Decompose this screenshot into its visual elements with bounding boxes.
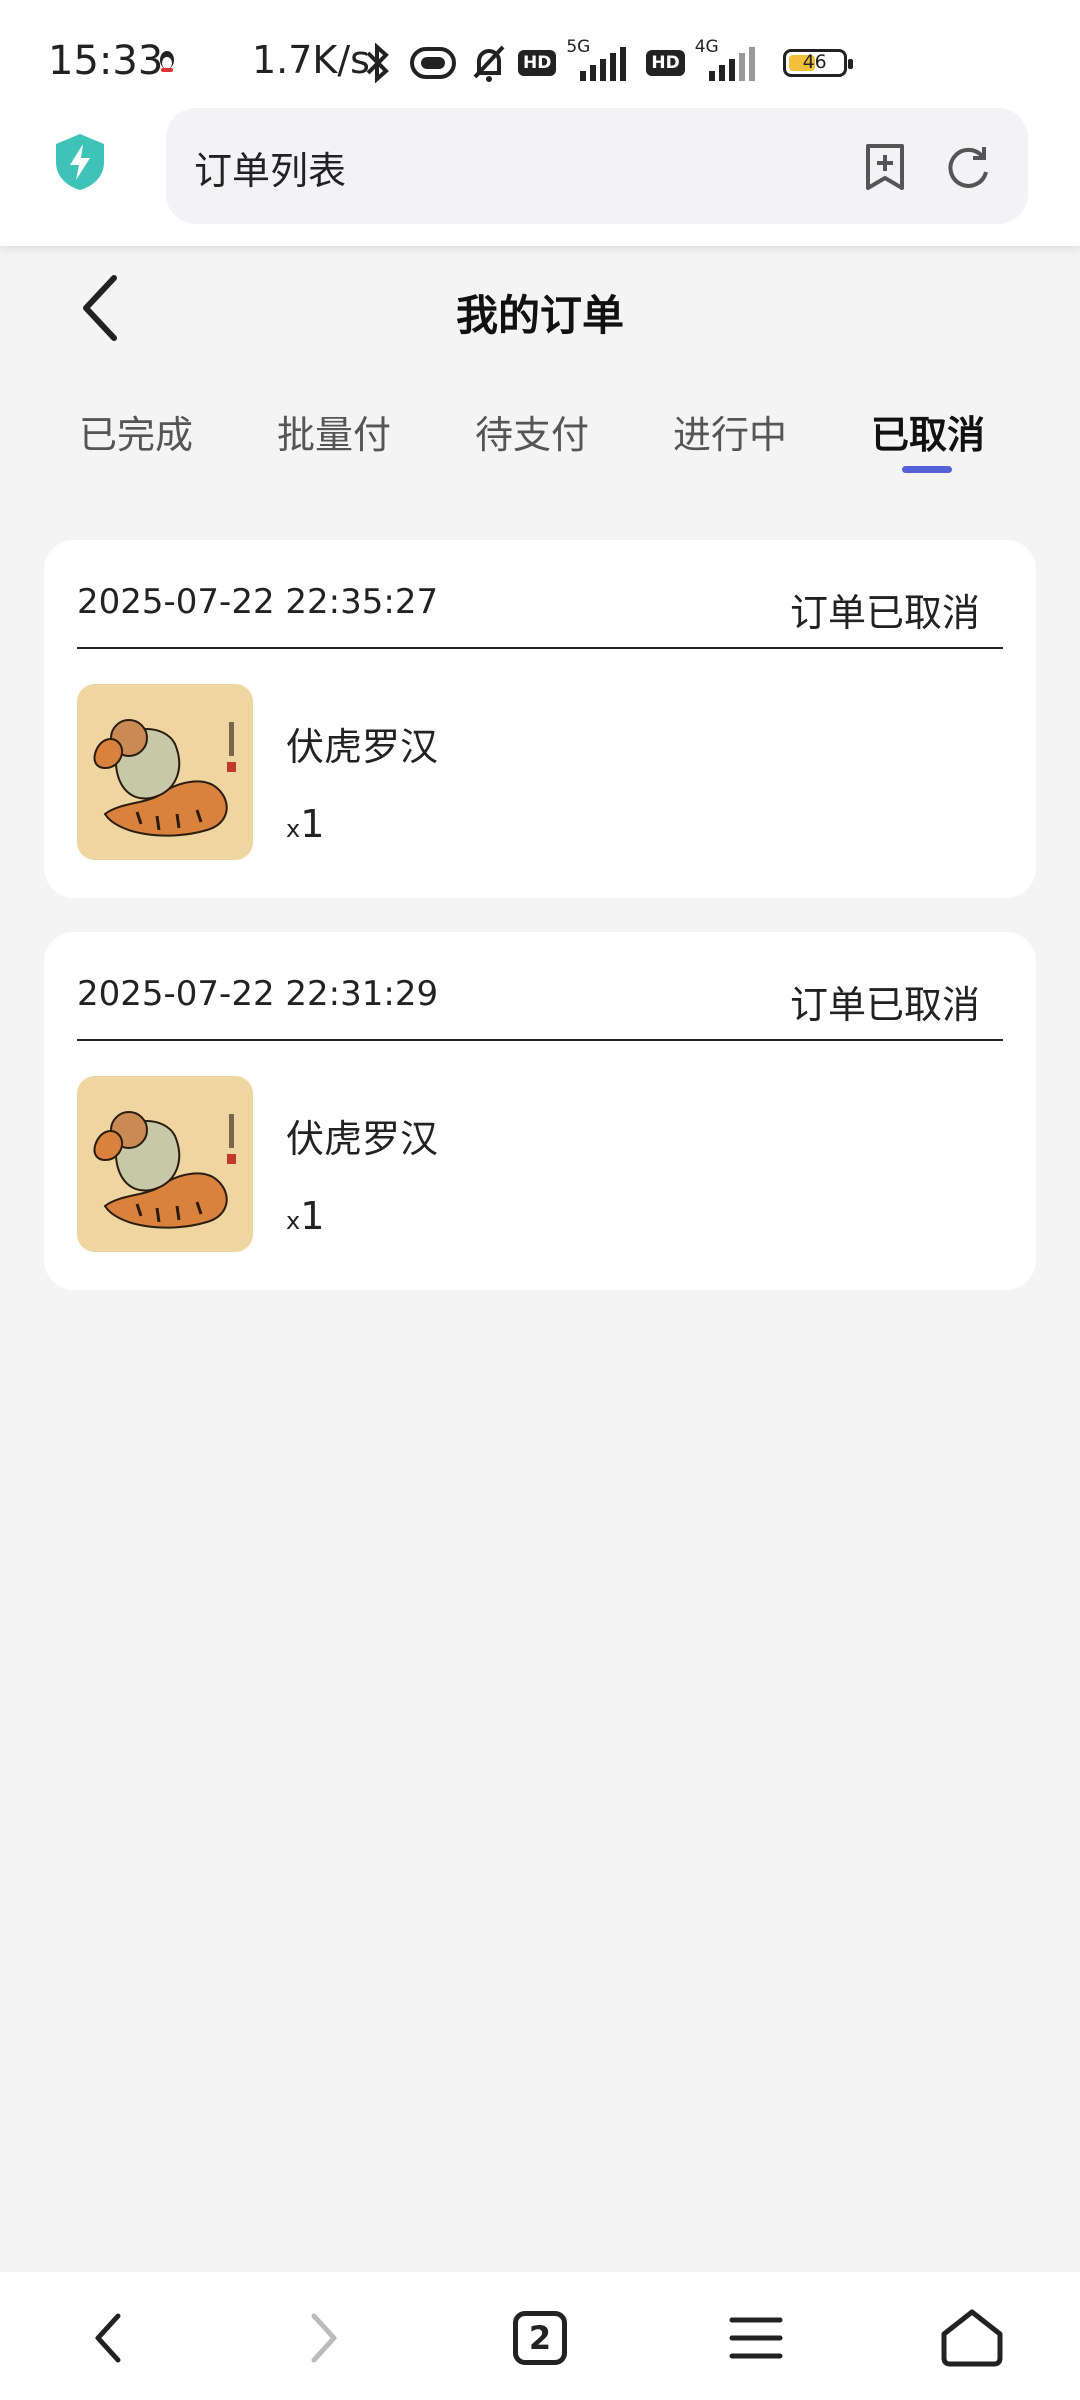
card-divider	[77, 1039, 1003, 1041]
order-status: 订单已取消	[789, 983, 980, 1027]
browser-bottom-nav: 2	[0, 2272, 1080, 2400]
home-icon	[941, 2309, 1003, 2367]
menu-icon	[729, 2317, 783, 2359]
order-date: 2025-07-22 22:31:29	[77, 974, 439, 1014]
bluetooth-icon	[366, 43, 389, 83]
signal-5g: 5G	[566, 37, 636, 85]
shield-icon[interactable]	[52, 132, 108, 192]
forward-icon	[311, 2313, 337, 2363]
tab-in-progress[interactable]: 进行中	[673, 404, 787, 459]
address-bar[interactable]: 订单列表	[166, 108, 1028, 224]
signal-4g: 4G	[695, 37, 765, 85]
status-bar: 15:33 1.7K/s HD 5G HD 4G 46	[0, 0, 1080, 110]
nav-menu-button[interactable]	[716, 2298, 796, 2378]
nav-home-button[interactable]	[932, 2298, 1012, 2378]
product-quantity: x1	[286, 802, 324, 846]
order-card[interactable]: 2025-07-22 22:31:29 订单已取消 伏虎罗汉 x1	[44, 932, 1036, 1290]
nav-forward-button[interactable]	[284, 2298, 364, 2378]
address-text[interactable]: 订单列表	[194, 140, 346, 195]
nav-tabs-button[interactable]: 2	[500, 2298, 580, 2378]
page-title: 我的订单	[455, 291, 624, 340]
tab-cancelled[interactable]: 已取消	[871, 404, 985, 459]
network-speed: 1.7K/s	[252, 38, 370, 82]
order-card[interactable]: 2025-07-22 22:35:27 订单已取消 伏虎罗汉 x1	[44, 540, 1036, 898]
product-thumbnail[interactable]	[77, 684, 253, 860]
order-tabs: 已完成 批量付 待支付 进行中 已取消	[0, 404, 1080, 474]
tab-batch-pay[interactable]: 批量付	[277, 404, 391, 459]
battery-icon: 46	[782, 49, 853, 77]
browser-toolbar: 订单列表	[0, 100, 1080, 246]
back-icon	[95, 2313, 121, 2363]
qty-value: 1	[300, 802, 325, 846]
qq-notification-icon	[160, 51, 174, 72]
battery-level: 46	[802, 51, 827, 73]
tabs-icon: 2	[513, 2311, 567, 2365]
vibrate-icon	[410, 47, 456, 79]
tab-completed[interactable]: 已完成	[79, 404, 193, 459]
hd-badge: HD	[518, 50, 557, 76]
status-time: 15:33	[48, 38, 164, 84]
qty-prefix: x	[286, 1207, 301, 1235]
card-divider	[77, 647, 1003, 649]
order-date: 2025-07-22 22:35:27	[77, 582, 439, 622]
product-thumbnail[interactable]	[77, 1076, 253, 1252]
tab-pending-payment[interactable]: 待支付	[475, 404, 589, 459]
hd-badge-2: HD	[646, 50, 685, 76]
add-bookmark-icon[interactable]	[862, 142, 908, 192]
order-status: 订单已取消	[789, 591, 980, 635]
product-quantity: x1	[286, 1194, 324, 1238]
product-name: 伏虎罗汉	[286, 725, 439, 769]
qty-prefix: x	[286, 815, 301, 843]
nav-back-button[interactable]	[68, 2298, 148, 2378]
active-tab-indicator	[902, 466, 952, 473]
mute-bell-icon	[473, 45, 505, 82]
refresh-icon[interactable]	[944, 144, 992, 190]
qty-value: 1	[300, 1194, 325, 1238]
product-name: 伏虎罗汉	[286, 1117, 439, 1161]
